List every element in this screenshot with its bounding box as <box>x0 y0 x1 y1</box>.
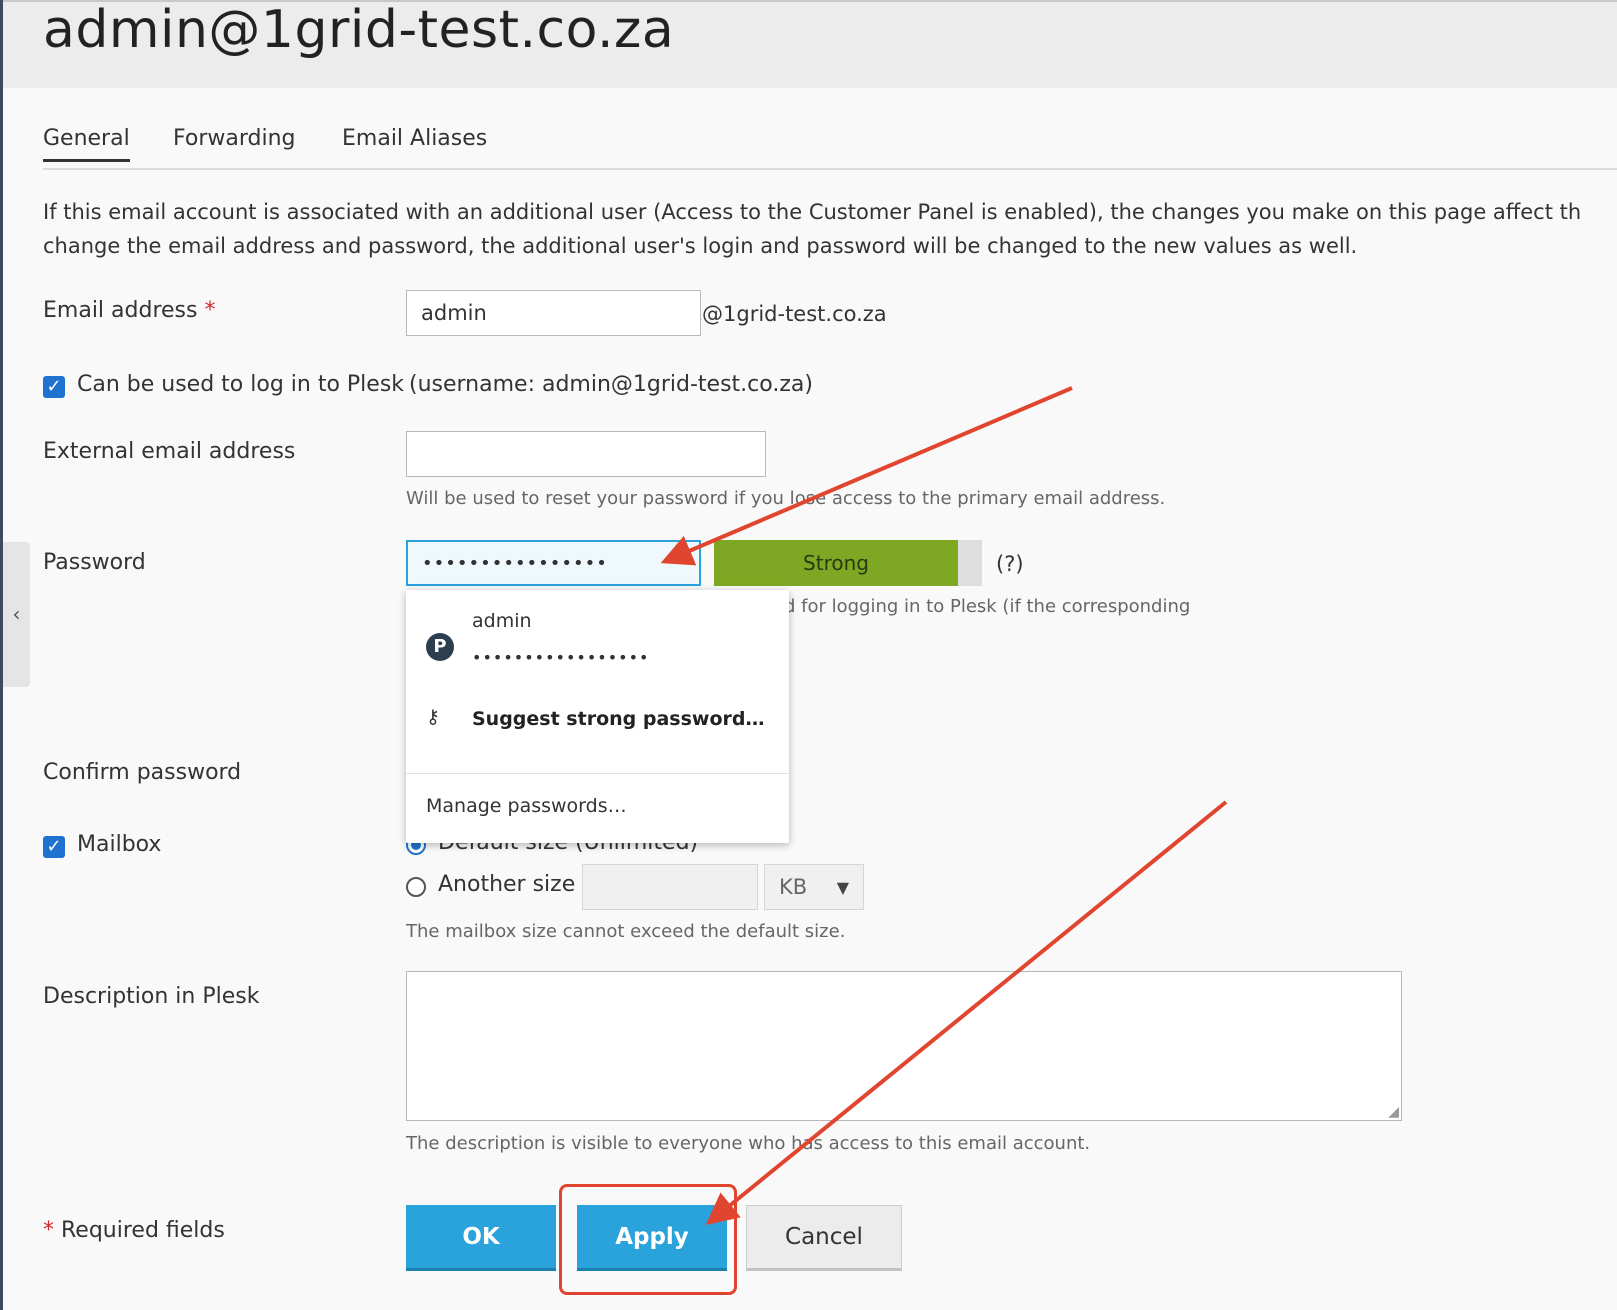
mailbox-size-input[interactable] <box>582 864 758 910</box>
description-label: Description in Plesk <box>43 984 260 1009</box>
login-checkbox[interactable]: ✓ <box>43 376 65 398</box>
confirm-password-label: Confirm password <box>43 760 242 785</box>
password-hint-partial: d for logging in to Plesk (if the corres… <box>784 596 1191 617</box>
required-fields-note: * Required fields <box>43 1218 225 1243</box>
description-hint: The description is visible to everyone w… <box>406 1133 1091 1154</box>
external-email-input[interactable] <box>406 431 766 477</box>
external-email-hint: Will be used to reset your password if y… <box>406 488 1166 509</box>
required-star: * <box>204 298 216 323</box>
login-checkbox-label: Can be used to log in to Plesk <box>77 372 405 397</box>
intro-text: If this email account is associated with… <box>43 195 1617 263</box>
saved-username: admin <box>472 610 532 632</box>
chevron-down-icon: ▼ <box>836 877 849 897</box>
external-email-label: External email address <box>43 439 296 464</box>
popup-divider <box>406 773 789 774</box>
intro-line-2: change the email address and password, t… <box>43 234 1358 258</box>
page-title: admin@1grid-test.co.za <box>43 0 675 60</box>
manage-passwords-item[interactable]: Manage passwords… <box>406 775 789 839</box>
email-domain-suffix: @1grid-test.co.za <box>702 302 887 326</box>
password-manager-icon: P <box>426 633 454 661</box>
email-address-label-text: Email address <box>43 298 198 323</box>
password-autofill-popup: P admin ••••••••••••••••• ⚷ Suggest stro… <box>406 590 789 843</box>
intro-line-1: If this email account is associated with… <box>43 200 1582 224</box>
login-username-note: (username: admin@1grid-test.co.za) <box>409 372 813 397</box>
apply-highlight-box <box>559 1184 737 1295</box>
required-fields-text: Required fields <box>61 1218 225 1243</box>
password-help-link[interactable]: (?) <box>996 552 1024 576</box>
ok-button[interactable]: OK <box>406 1205 556 1271</box>
saved-credential-item[interactable]: P admin ••••••••••••••••• <box>406 598 789 688</box>
cancel-button[interactable]: Cancel <box>746 1205 902 1271</box>
tab-bar: General Forwarding Email Aliases <box>43 124 1617 170</box>
chevron-left-icon: ‹ <box>12 602 21 626</box>
required-star: * <box>43 1218 54 1243</box>
password-label: Password <box>43 550 146 575</box>
password-value: •••••••••••••••• <box>422 552 608 574</box>
email-address-label: Email address * <box>43 298 215 323</box>
sidebar-collapse-toggle[interactable]: ‹ <box>3 542 30 687</box>
manage-passwords-label: Manage passwords… <box>426 795 627 817</box>
suggest-password-item[interactable]: ⚷ Suggest strong password… <box>406 690 789 750</box>
saved-password-dots: ••••••••••••••••• <box>472 648 650 667</box>
page-header: admin@1grid-test.co.za <box>3 0 1617 88</box>
password-input[interactable]: •••••••••••••••• <box>406 540 701 586</box>
password-strength-label: Strong <box>803 551 869 575</box>
mailbox-another-size-label: Another size <box>438 872 576 897</box>
tab-forwarding[interactable]: Forwarding <box>173 126 296 151</box>
mailbox-unit-value: KB <box>779 875 808 899</box>
email-address-value: admin <box>421 301 487 325</box>
mailbox-label: Mailbox <box>77 832 162 857</box>
suggest-password-label: Suggest strong password… <box>472 708 765 730</box>
mailbox-unit-select[interactable]: KB ▼ <box>764 864 864 910</box>
mailbox-checkbox[interactable]: ✓ <box>43 836 65 858</box>
resize-handle-icon[interactable]: ◢ <box>1388 1104 1399 1120</box>
description-textarea[interactable]: ◢ <box>406 971 1402 1121</box>
tab-general[interactable]: General <box>43 126 130 162</box>
key-icon: ⚷ <box>426 706 440 728</box>
tab-email-aliases[interactable]: Email Aliases <box>342 126 487 151</box>
email-address-input[interactable]: admin <box>406 290 701 336</box>
mailbox-size-hint: The mailbox size cannot exceed the defau… <box>406 921 846 942</box>
password-strength-meter: Strong <box>714 540 982 586</box>
mailbox-another-size-radio[interactable] <box>406 877 426 897</box>
